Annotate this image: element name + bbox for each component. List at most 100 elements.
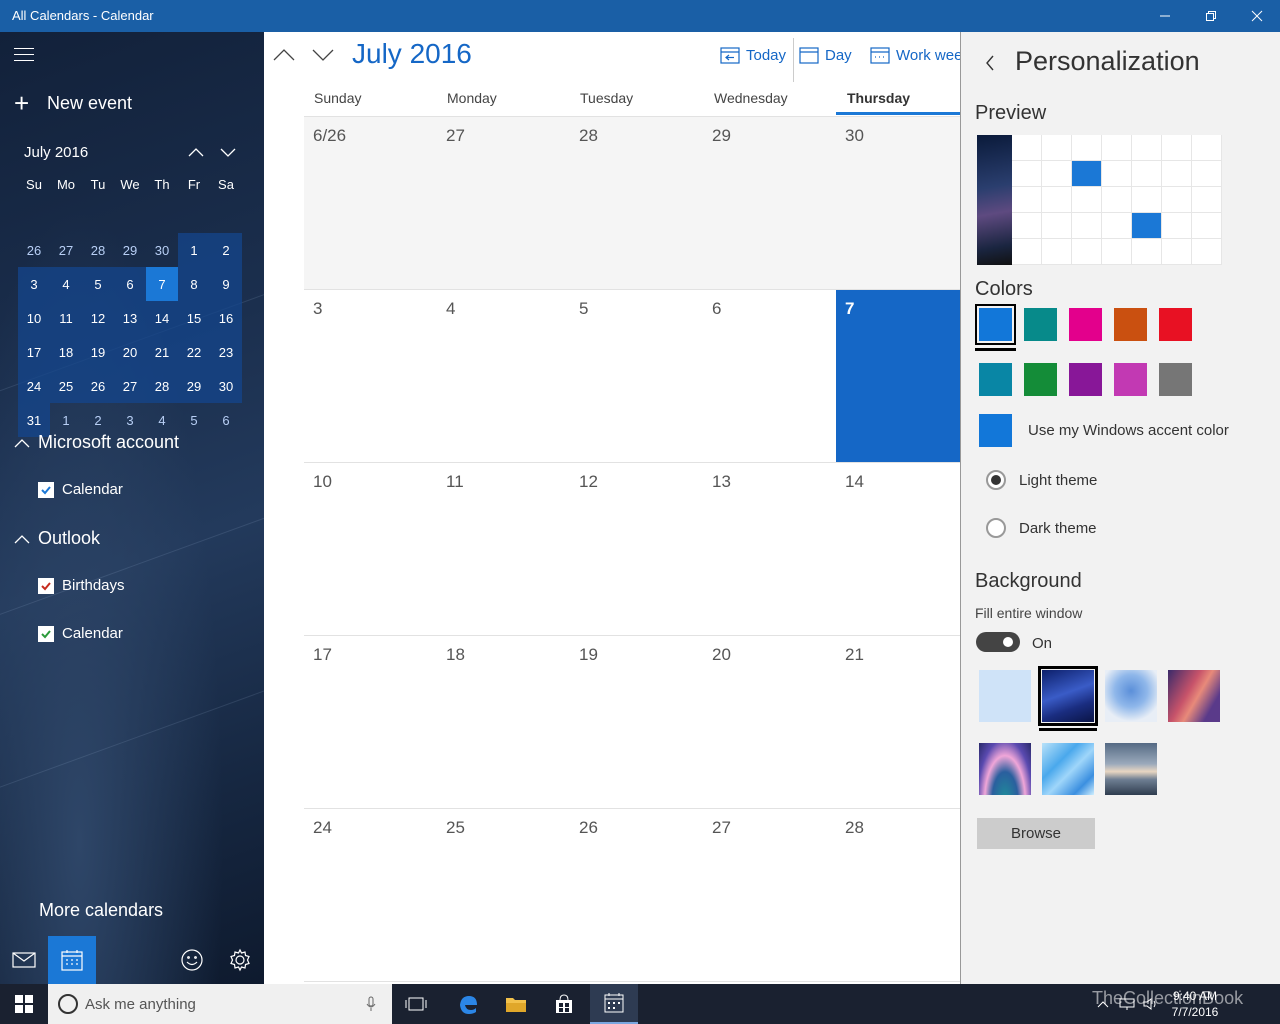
color-swatch[interactable]	[1114, 363, 1147, 396]
mini-day-cell[interactable]: 5	[178, 403, 210, 437]
day-cell[interactable]: 27	[703, 809, 836, 982]
day-cell[interactable]: 6/26	[304, 117, 437, 290]
mini-prev-month-button[interactable]	[186, 144, 206, 160]
mini-day-cell[interactable]: 17	[18, 335, 50, 369]
color-swatch[interactable]	[1069, 308, 1102, 341]
day-cell[interactable]: 20	[703, 636, 836, 809]
minimize-button[interactable]	[1142, 0, 1188, 32]
background-thumb-blue-polygons[interactable]	[1042, 743, 1094, 795]
day-cell[interactable]: 11	[437, 463, 570, 636]
mini-day-cell[interactable]: 26	[82, 369, 114, 403]
mini-day-cell[interactable]: 12	[82, 301, 114, 335]
color-swatch[interactable]	[1159, 363, 1192, 396]
feedback-button[interactable]	[168, 936, 216, 984]
day-cell[interactable]: 17	[304, 636, 437, 809]
start-button[interactable]	[0, 984, 48, 1024]
day-cell[interactable]: 5	[570, 290, 703, 463]
mini-day-cell[interactable]: 4	[50, 267, 82, 301]
microphone-icon[interactable]	[366, 996, 376, 1012]
accent-color-swatch[interactable]	[979, 414, 1012, 447]
day-cell[interactable]: 29	[703, 117, 836, 290]
today-button[interactable]: Today	[720, 46, 786, 64]
mini-day-cell[interactable]: 6	[114, 267, 146, 301]
day-cell[interactable]: 28	[836, 809, 960, 982]
calendar-app-button[interactable]	[590, 984, 638, 1024]
settings-button[interactable]	[216, 936, 264, 984]
more-calendars-link[interactable]: More calendars	[39, 900, 163, 921]
color-swatch[interactable]	[1069, 363, 1102, 396]
close-button[interactable]	[1234, 0, 1280, 32]
day-cell[interactable]: 18	[437, 636, 570, 809]
day-cell[interactable]: 3	[304, 290, 437, 463]
color-swatch[interactable]	[1024, 363, 1057, 396]
radio-button[interactable]	[986, 518, 1006, 538]
radio-button[interactable]	[986, 470, 1006, 490]
mini-day-cell[interactable]: 27	[114, 369, 146, 403]
mini-day-cell[interactable]: 19	[82, 335, 114, 369]
mini-day-cell[interactable]: 30	[210, 369, 242, 403]
mini-day-cell[interactable]: 26	[18, 233, 50, 267]
mini-day-cell[interactable]: 23	[210, 335, 242, 369]
checkbox[interactable]	[38, 481, 54, 498]
background-thumb-starry-night[interactable]	[1038, 666, 1098, 726]
mini-day-cell[interactable]: 21	[146, 335, 178, 369]
calendar-toggle-microsoft-calendar[interactable]: Calendar	[38, 481, 123, 498]
taskbar-clock[interactable]: 9:40 AM 7/7/2016	[1160, 988, 1230, 1020]
day-cell[interactable]: 7	[836, 290, 960, 463]
day-cell[interactable]: 19	[570, 636, 703, 809]
mini-day-cell[interactable]: 30	[146, 233, 178, 267]
mini-calendar-month[interactable]: July 2016	[24, 144, 88, 161]
day-cell[interactable]: 14	[836, 463, 960, 636]
day-view-button[interactable]: Day	[799, 46, 852, 64]
color-swatch[interactable]	[979, 363, 1012, 396]
light-theme-option[interactable]: Light theme	[986, 470, 1097, 490]
next-month-button[interactable]	[310, 44, 336, 66]
day-cell[interactable]: 30	[836, 117, 960, 290]
mini-day-cell[interactable]: 5	[82, 267, 114, 301]
day-cell[interactable]: 27	[437, 117, 570, 290]
file-explorer-button[interactable]	[492, 984, 540, 1024]
color-swatch[interactable]	[1024, 308, 1057, 341]
mail-button[interactable]	[0, 936, 48, 984]
mini-day-cell[interactable]: 28	[82, 233, 114, 267]
background-thumb-canyon[interactable]	[1168, 670, 1220, 722]
mini-day-cell[interactable]: 20	[114, 335, 146, 369]
back-button[interactable]	[983, 54, 997, 77]
background-thumb-pale-blue[interactable]	[979, 670, 1031, 722]
account-header-microsoft[interactable]: Microsoft account	[14, 432, 179, 453]
mini-day-cell[interactable]: 6	[210, 403, 242, 437]
browse-button[interactable]: Browse	[977, 818, 1095, 849]
day-cell[interactable]: 13	[703, 463, 836, 636]
background-thumb-blue-tree[interactable]	[1105, 670, 1157, 722]
mini-day-cell[interactable]: 24	[18, 369, 50, 403]
day-cell[interactable]: 10	[304, 463, 437, 636]
day-cell[interactable]: 6	[703, 290, 836, 463]
day-cell[interactable]: 12	[570, 463, 703, 636]
checkbox[interactable]	[38, 577, 54, 594]
previous-month-button[interactable]	[271, 44, 297, 66]
hamburger-menu-icon[interactable]	[14, 48, 34, 66]
mini-day-cell[interactable]: 11	[50, 301, 82, 335]
mini-next-month-button[interactable]	[218, 144, 238, 160]
mini-day-cell[interactable]: 27	[50, 233, 82, 267]
mini-day-cell[interactable]: 3	[18, 267, 50, 301]
mini-day-cell[interactable]: 8	[178, 267, 210, 301]
restore-button[interactable]	[1188, 0, 1234, 32]
color-swatch[interactable]	[1114, 308, 1147, 341]
dark-theme-option[interactable]: Dark theme	[986, 518, 1097, 538]
fill-window-toggle[interactable]	[976, 632, 1020, 652]
month-title[interactable]: July 2016	[352, 38, 472, 70]
mini-day-cell[interactable]: 7	[146, 267, 178, 301]
color-swatch[interactable]	[1159, 308, 1192, 341]
mini-day-cell[interactable]: 16	[210, 301, 242, 335]
background-thumb-colorful-hills[interactable]	[979, 743, 1031, 795]
accent-color-option[interactable]: Use my Windows accent color	[1028, 422, 1229, 439]
mini-day-cell[interactable]: 9	[210, 267, 242, 301]
account-header-outlook[interactable]: Outlook	[14, 528, 100, 549]
day-cell[interactable]: 24	[304, 809, 437, 982]
calendar-button[interactable]	[48, 936, 96, 984]
cortana-search-box[interactable]: Ask me anything	[48, 984, 392, 1024]
mini-day-cell[interactable]: 28	[146, 369, 178, 403]
mini-day-cell[interactable]: 18	[50, 335, 82, 369]
day-cell[interactable]: 26	[570, 809, 703, 982]
